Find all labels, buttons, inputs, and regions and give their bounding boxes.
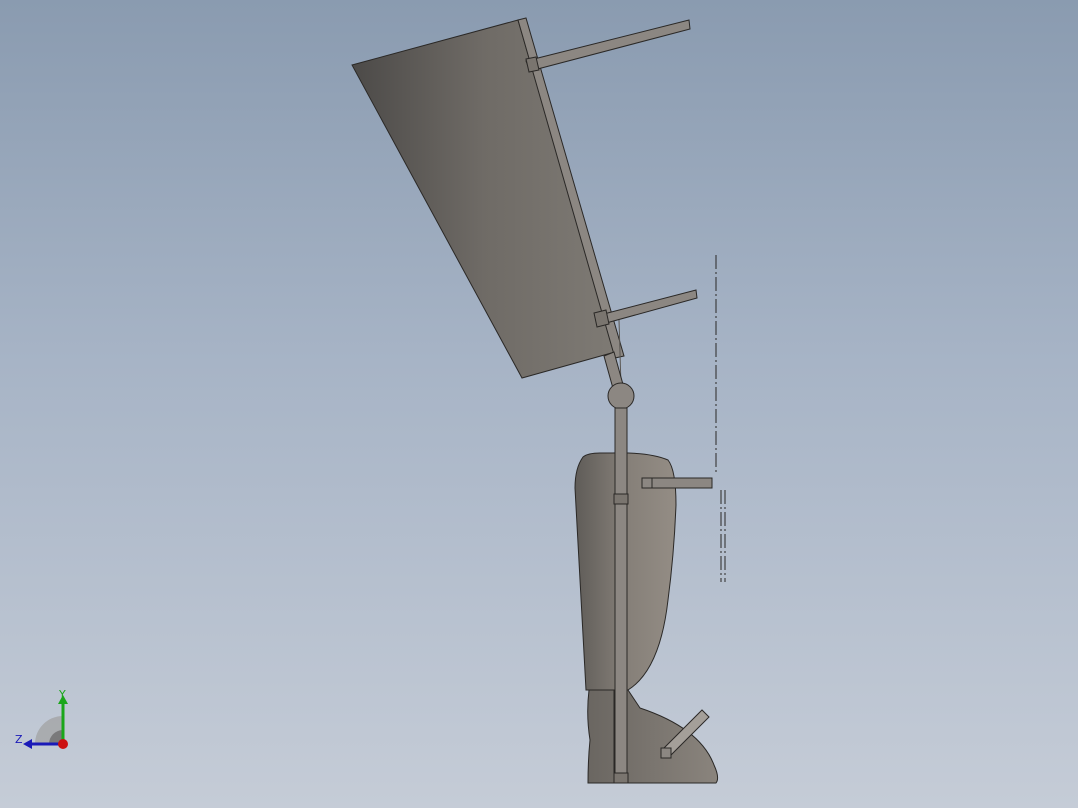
- x-axis-icon: [58, 739, 68, 749]
- tube-clamp-lower[interactable]: [613, 772, 629, 784]
- lower-support-rod[interactable]: [595, 289, 698, 326]
- knee-joint[interactable]: [607, 382, 635, 410]
- vertical-tube[interactable]: [614, 407, 628, 784]
- footrest-pivot[interactable]: [660, 747, 672, 759]
- tube-clamp-upper[interactable]: [613, 493, 629, 505]
- upper-support-rod[interactable]: [525, 19, 691, 72]
- y-axis-label: Y: [58, 688, 66, 701]
- cad-model-view[interactable]: [0, 0, 1078, 808]
- lower-rod-bracket[interactable]: [593, 309, 610, 328]
- cad-viewport[interactable]: Y Z: [0, 0, 1078, 808]
- z-axis-arrow-icon: [23, 739, 32, 749]
- foot-section[interactable]: [587, 689, 719, 784]
- orientation-triad: Y Z: [15, 688, 68, 749]
- z-axis-label: Z: [15, 733, 23, 746]
